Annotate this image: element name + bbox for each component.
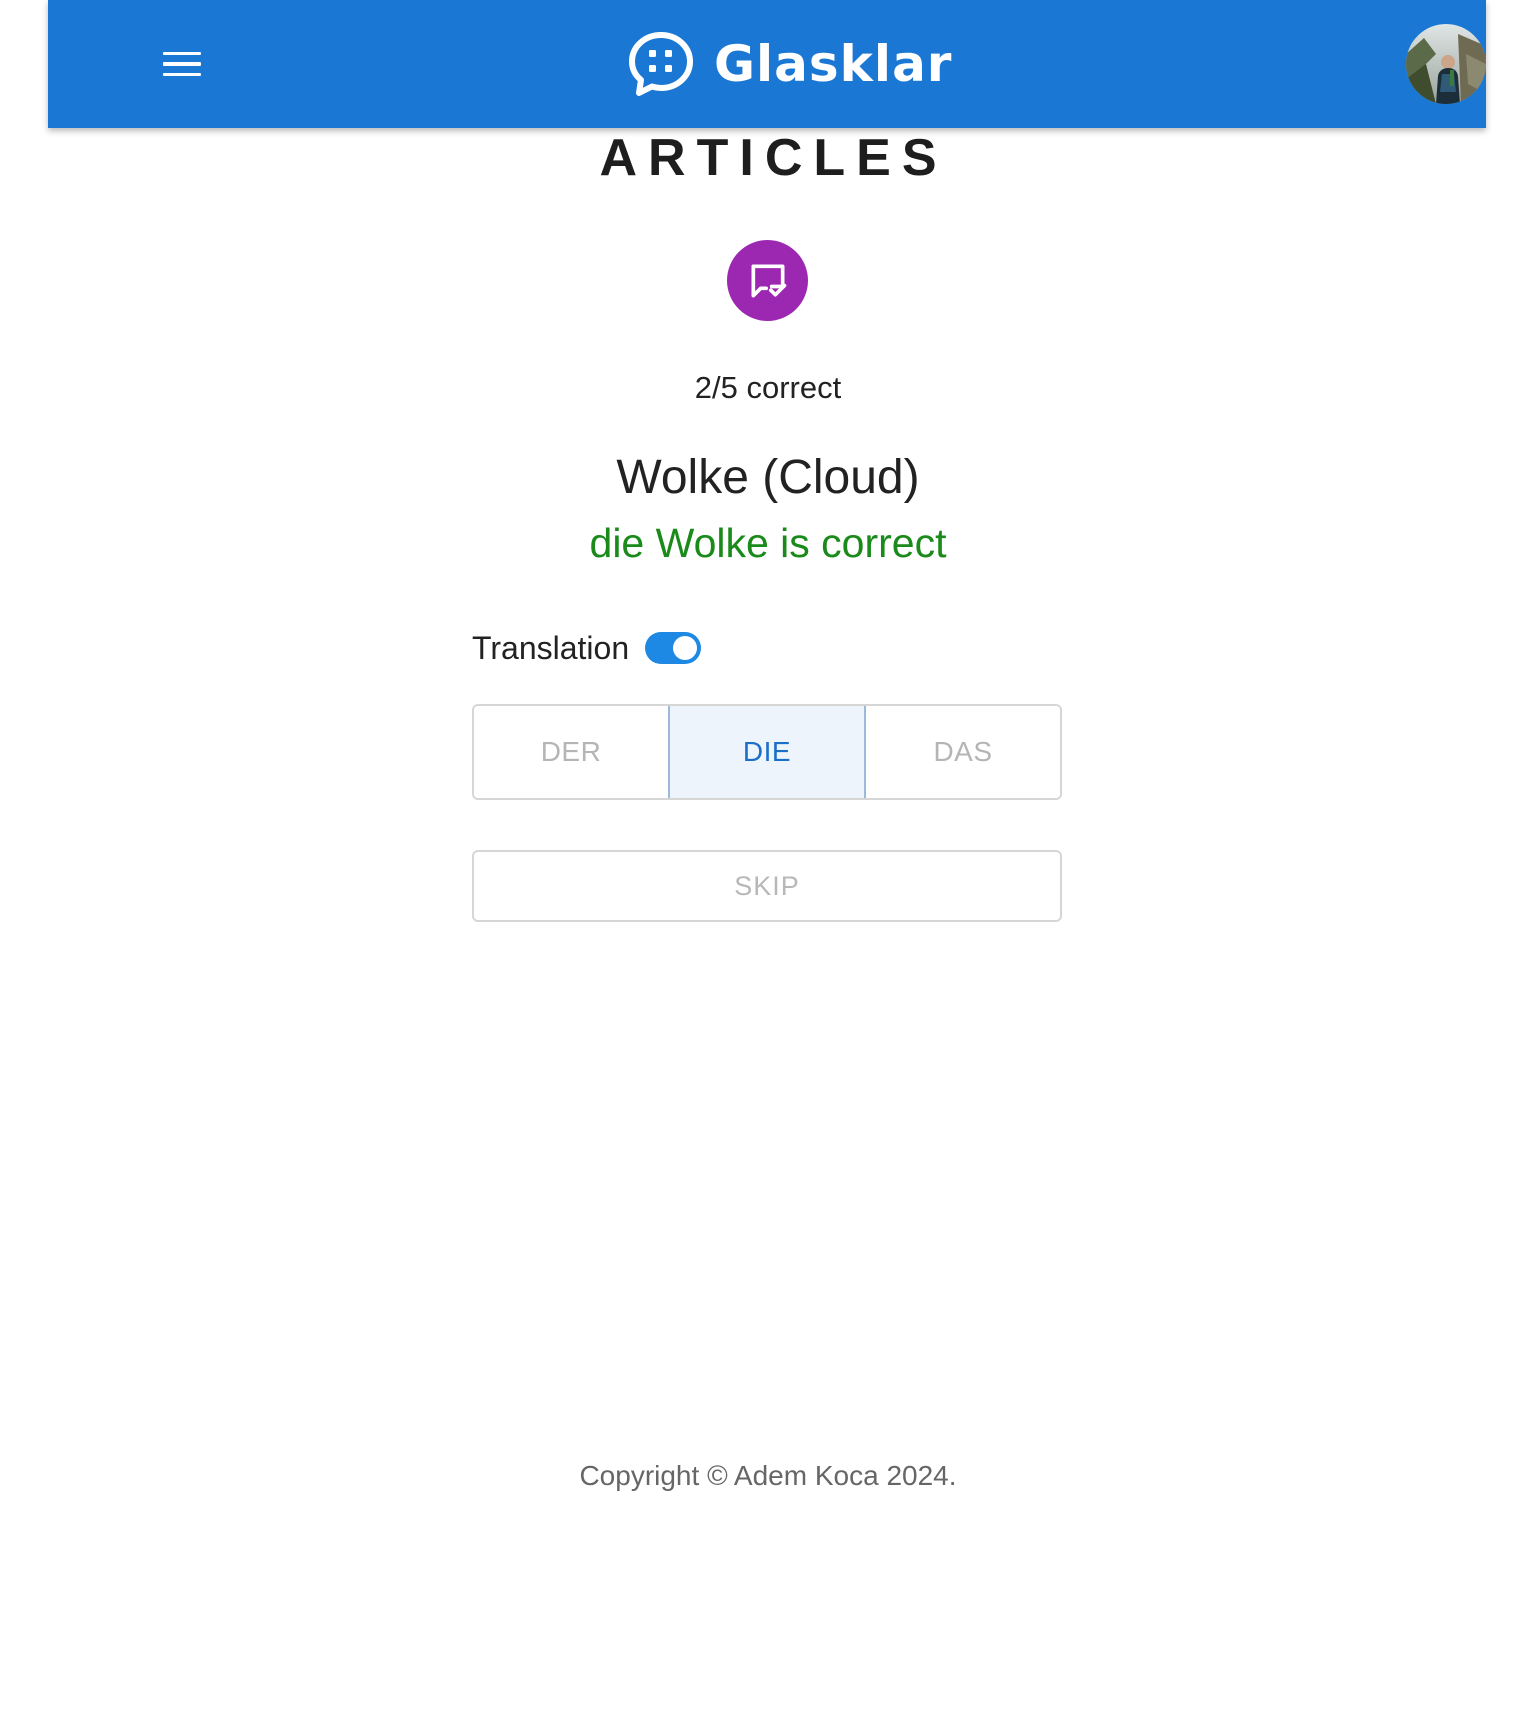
menu-icon-bar xyxy=(163,62,201,66)
menu-icon-bar xyxy=(163,72,201,77)
article-button-das[interactable]: DAS xyxy=(866,706,1060,798)
menu-button[interactable] xyxy=(158,40,206,88)
current-word: Wolke (Cloud) xyxy=(616,451,920,504)
footer-copyright: Copyright © Adem Koca 2024. xyxy=(579,1460,957,1491)
article-button-der[interactable]: DER xyxy=(474,706,668,798)
translation-toggle-row: Translation xyxy=(472,620,702,676)
chat-bubble-dots-icon xyxy=(629,32,693,96)
translation-label: Translation xyxy=(472,629,630,666)
app-name: Glasklar xyxy=(714,35,953,93)
skip-button[interactable]: SKIP xyxy=(472,850,1062,922)
app-bar: Glasklar xyxy=(48,0,1486,128)
user-avatar[interactable] xyxy=(1406,24,1486,104)
page-title: ARTICLES xyxy=(599,129,948,187)
switch-knob xyxy=(673,636,698,660)
answer-feedback: die Wolke is correct xyxy=(589,520,947,566)
score-text: 2/5 correct xyxy=(694,370,842,405)
menu-icon-bar xyxy=(163,51,201,56)
brand[interactable]: Glasklar xyxy=(626,28,952,100)
message-check-icon xyxy=(751,264,786,297)
article-button-die[interactable]: DIE xyxy=(668,706,866,798)
avatar-photo-icon xyxy=(1406,24,1486,104)
translation-switch[interactable] xyxy=(645,632,702,664)
article-choice-group: DER DIE DAS xyxy=(472,704,1062,800)
message-check-badge xyxy=(727,240,808,321)
